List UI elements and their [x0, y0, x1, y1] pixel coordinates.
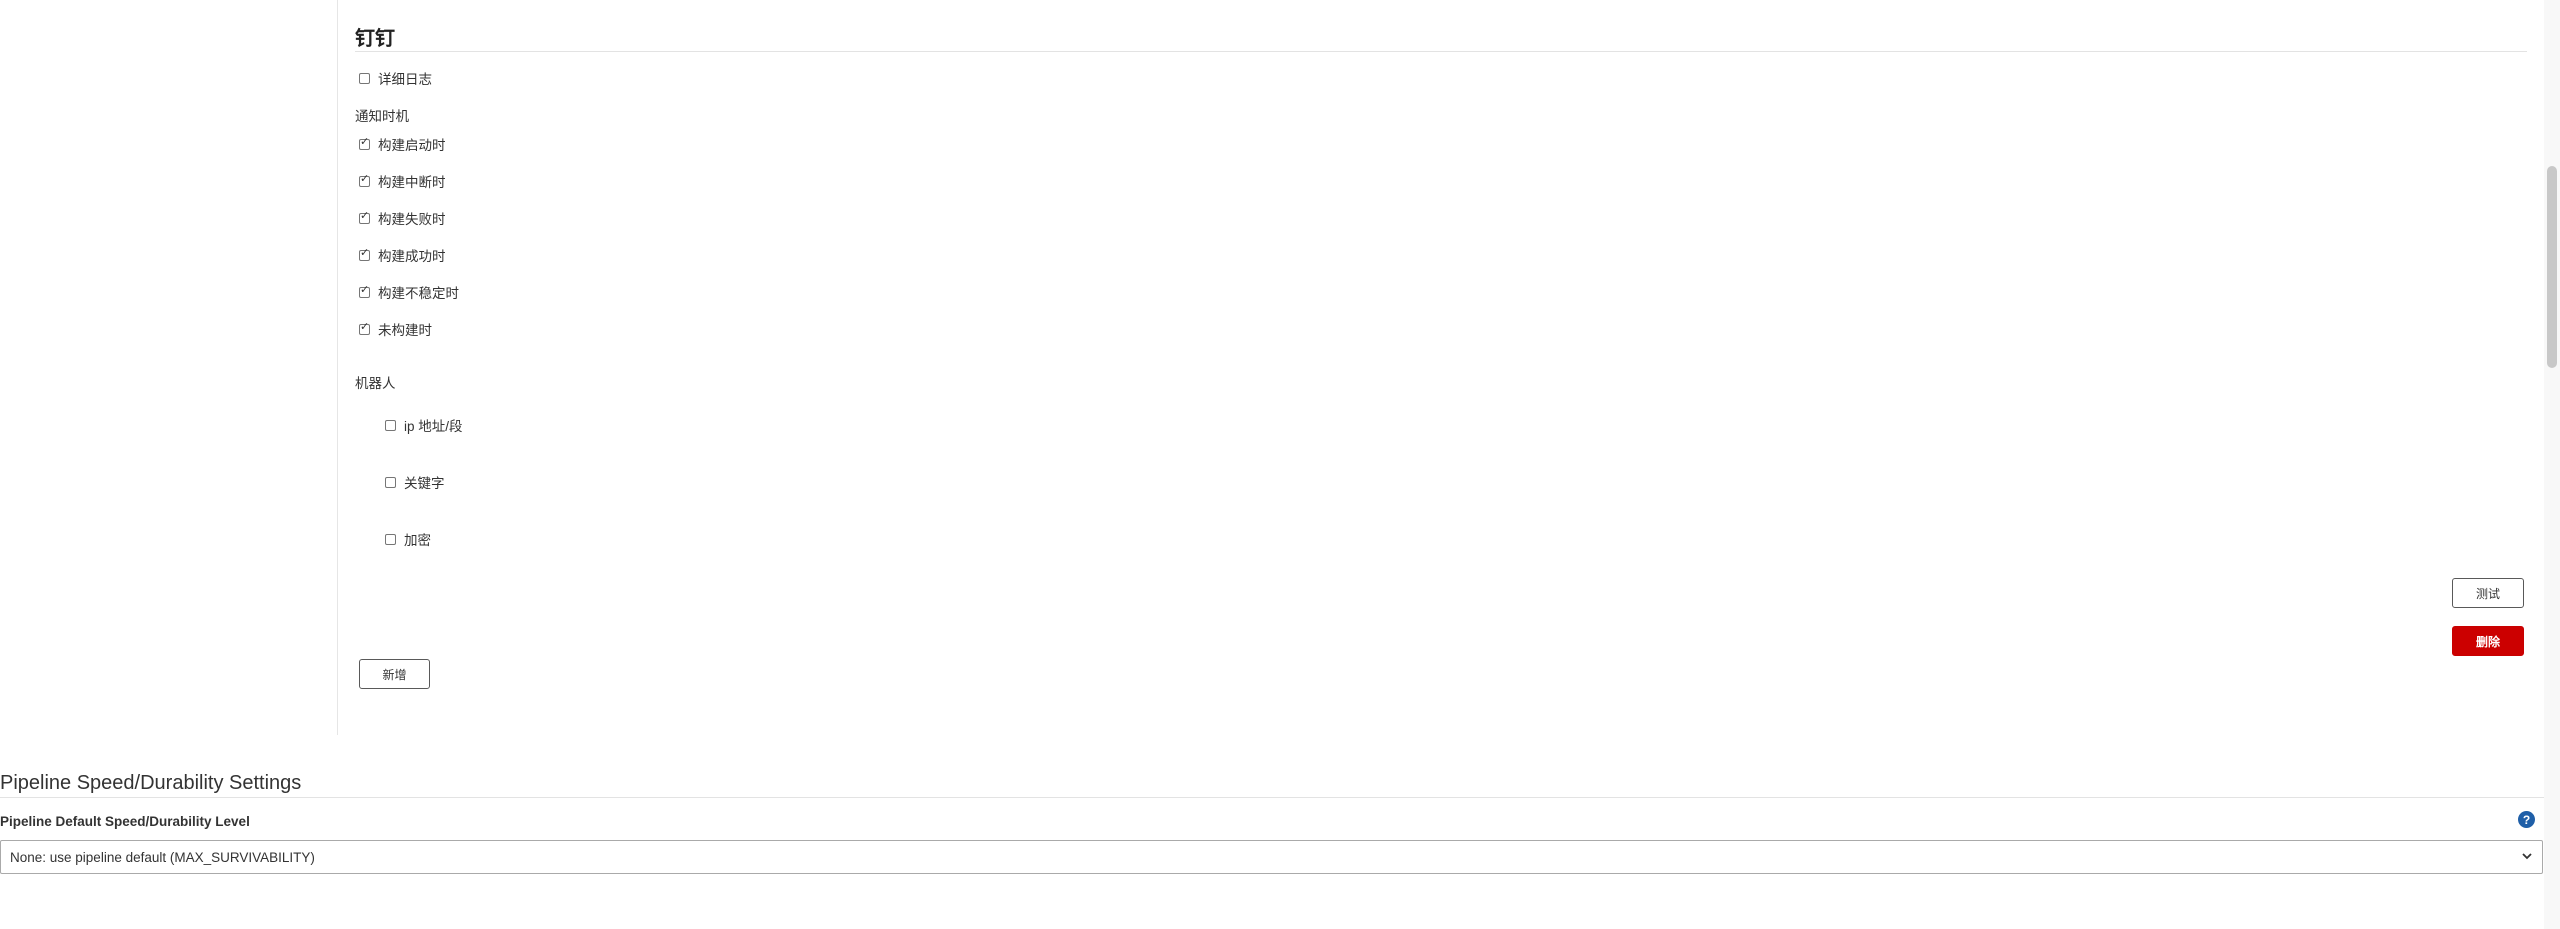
section-rail: [337, 0, 338, 735]
section-divider: [355, 51, 2527, 52]
checkmark-icon: ✓: [360, 172, 370, 185]
help-icon[interactable]: ?: [2518, 811, 2535, 828]
notify-option-row[interactable]: ✓ 构建失败时: [359, 208, 446, 228]
pipeline-section-divider: [0, 797, 2544, 798]
chevron-down-icon: [2522, 853, 2532, 860]
notify-option-row[interactable]: ✓ 构建成功时: [359, 245, 446, 265]
robot-option-label: 关键字: [404, 476, 445, 491]
durability-level-label: Pipeline Default Speed/Durability Level: [0, 814, 250, 829]
notify-option-row[interactable]: ✓ 构建启动时: [359, 134, 446, 154]
robot-option-label: 加密: [404, 533, 431, 548]
verbose-log-checkbox[interactable]: [359, 72, 370, 84]
delete-button[interactable]: 删除: [2452, 626, 2524, 656]
verbose-log-label: 详细日志: [378, 72, 432, 87]
durability-level-selected-value: None: use pipeline default (MAX_SURVIVAB…: [10, 849, 315, 865]
robot-option-row[interactable]: 关键字: [385, 472, 445, 492]
notify-timing-label: 通知时机: [355, 109, 409, 124]
robot-option-row[interactable]: ip 地址/段: [385, 415, 463, 435]
test-button[interactable]: 测试: [2452, 578, 2524, 608]
add-button[interactable]: 新增: [359, 659, 430, 689]
notify-option-row[interactable]: ✓ 未构建时: [359, 319, 432, 339]
checkmark-icon: ✓: [360, 209, 370, 222]
notify-option-checkbox[interactable]: ✓: [359, 173, 370, 187]
notify-option-checkbox[interactable]: ✓: [359, 210, 370, 224]
checkmark-icon: ✓: [360, 283, 370, 296]
checkmark-icon: ✓: [360, 320, 370, 333]
notify-option-checkbox[interactable]: ✓: [359, 247, 370, 261]
scrollbar-track[interactable]: [2544, 0, 2560, 929]
notify-option-checkbox[interactable]: ✓: [359, 321, 370, 335]
notify-option-row[interactable]: ✓ 构建不稳定时: [359, 282, 459, 302]
verbose-log-checkbox-row[interactable]: 详细日志: [359, 68, 432, 88]
notify-option-checkbox[interactable]: ✓: [359, 284, 370, 298]
notify-option-row[interactable]: ✓ 构建中断时: [359, 171, 446, 191]
robot-option-row[interactable]: 加密: [385, 529, 431, 549]
notify-option-label: 构建不稳定时: [378, 286, 459, 301]
scrollbar-thumb[interactable]: [2547, 166, 2557, 368]
robot-option-checkbox[interactable]: [385, 419, 396, 431]
section-title: 钉钉: [355, 28, 395, 50]
checkmark-icon: ✓: [360, 246, 370, 259]
robot-option-label: ip 地址/段: [404, 419, 463, 434]
notify-option-checkbox[interactable]: ✓: [359, 136, 370, 150]
notify-option-label: 构建失败时: [378, 212, 446, 227]
notify-option-label: 构建成功时: [378, 249, 446, 264]
checkmark-icon: ✓: [360, 135, 370, 148]
durability-level-select[interactable]: None: use pipeline default (MAX_SURVIVAB…: [0, 840, 2543, 874]
notify-option-label: 未构建时: [378, 323, 432, 338]
robot-label: 机器人: [355, 376, 396, 391]
robot-option-checkbox[interactable]: [385, 533, 396, 545]
pipeline-section-title: Pipeline Speed/Durability Settings: [0, 772, 302, 794]
robot-option-checkbox[interactable]: [385, 476, 396, 488]
notify-option-label: 构建中断时: [378, 175, 446, 190]
notify-option-label: 构建启动时: [378, 138, 446, 153]
